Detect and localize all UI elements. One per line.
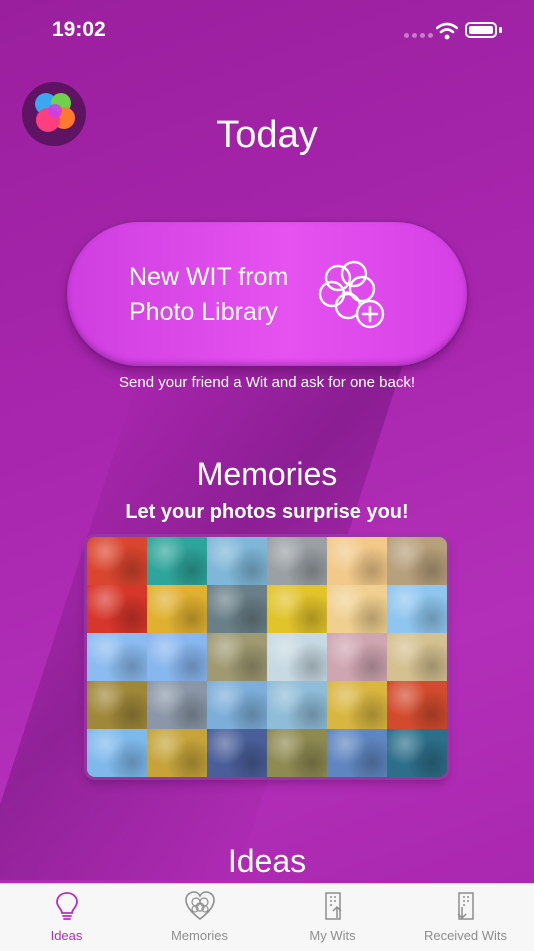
memory-photo-tile xyxy=(87,729,147,777)
memory-photo-tile xyxy=(327,585,387,633)
new-wit-line2: Photo Library xyxy=(129,298,278,326)
tab-my-wits[interactable]: My Wits xyxy=(266,884,399,951)
memory-photo-tile xyxy=(267,537,327,585)
tab-memories-label: Memories xyxy=(170,928,229,943)
add-photo-clover-icon xyxy=(318,260,385,329)
tab-bar: Ideas Memories My Wits Received Wits xyxy=(0,883,534,951)
ideas-title: Ideas xyxy=(227,843,307,879)
battery-icon xyxy=(465,22,497,38)
memory-photo-tile xyxy=(327,681,387,729)
tab-ideas-label: Ideas xyxy=(50,928,83,943)
page-title: Today xyxy=(216,114,318,156)
memory-photo-tile xyxy=(387,729,447,777)
memory-photo-tile xyxy=(207,681,267,729)
memory-photo-tile xyxy=(87,681,147,729)
tab-memories[interactable]: Memories xyxy=(133,884,266,951)
memory-photo-tile xyxy=(147,681,207,729)
memories-collage[interactable] xyxy=(87,537,447,777)
memory-photo-tile xyxy=(207,537,267,585)
memory-photo-tile xyxy=(387,681,447,729)
tab-received-wits[interactable]: Received Wits xyxy=(399,884,532,951)
tab-my-wits-label: My Wits xyxy=(309,928,356,943)
building-down-icon xyxy=(456,892,474,920)
memory-photo-tile xyxy=(267,585,327,633)
memory-photo-tile xyxy=(387,537,447,585)
signal-icon xyxy=(404,33,433,38)
new-wit-label: New WIT from Photo Library xyxy=(129,260,329,330)
memory-photo-tile xyxy=(207,729,267,777)
memory-photo-tile xyxy=(147,585,207,633)
heart-flower-icon xyxy=(184,891,215,921)
memory-photo-tile xyxy=(267,729,327,777)
memory-photo-tile xyxy=(207,585,267,633)
memory-photo-tile xyxy=(87,633,147,681)
memories-subtitle: Let your photos surprise you! xyxy=(125,501,409,523)
memory-photo-tile xyxy=(387,633,447,681)
memory-photo-tile xyxy=(87,585,147,633)
memory-photo-tile xyxy=(267,681,327,729)
memory-photo-tile xyxy=(147,729,207,777)
new-wit-button[interactable]: New WIT from Photo Library xyxy=(67,222,467,366)
wifi-icon xyxy=(436,22,458,40)
memory-photo-tile xyxy=(207,633,267,681)
new-wit-line1: New WIT from xyxy=(129,263,289,291)
memory-photo-tile xyxy=(147,537,207,585)
memory-photo-tile xyxy=(387,585,447,633)
memory-photo-tile xyxy=(327,537,387,585)
memories-grid xyxy=(87,537,447,777)
tab-received-wits-label: Received Wits xyxy=(423,928,508,943)
status-bar: 19:02 xyxy=(0,0,534,60)
memory-photo-tile xyxy=(327,633,387,681)
building-up-icon xyxy=(324,892,342,920)
status-time: 19:02 xyxy=(52,18,106,41)
memory-photo-tile xyxy=(267,633,327,681)
lightbulb-icon xyxy=(55,892,78,920)
tab-ideas[interactable]: Ideas xyxy=(0,884,133,951)
battery-nub xyxy=(499,27,502,33)
new-wit-caption: Send your friend a Wit and ask for one b… xyxy=(119,374,415,391)
memory-photo-tile xyxy=(327,729,387,777)
memories-title: Memories xyxy=(196,456,338,492)
memory-photo-tile xyxy=(147,633,207,681)
memory-photo-tile xyxy=(87,537,147,585)
